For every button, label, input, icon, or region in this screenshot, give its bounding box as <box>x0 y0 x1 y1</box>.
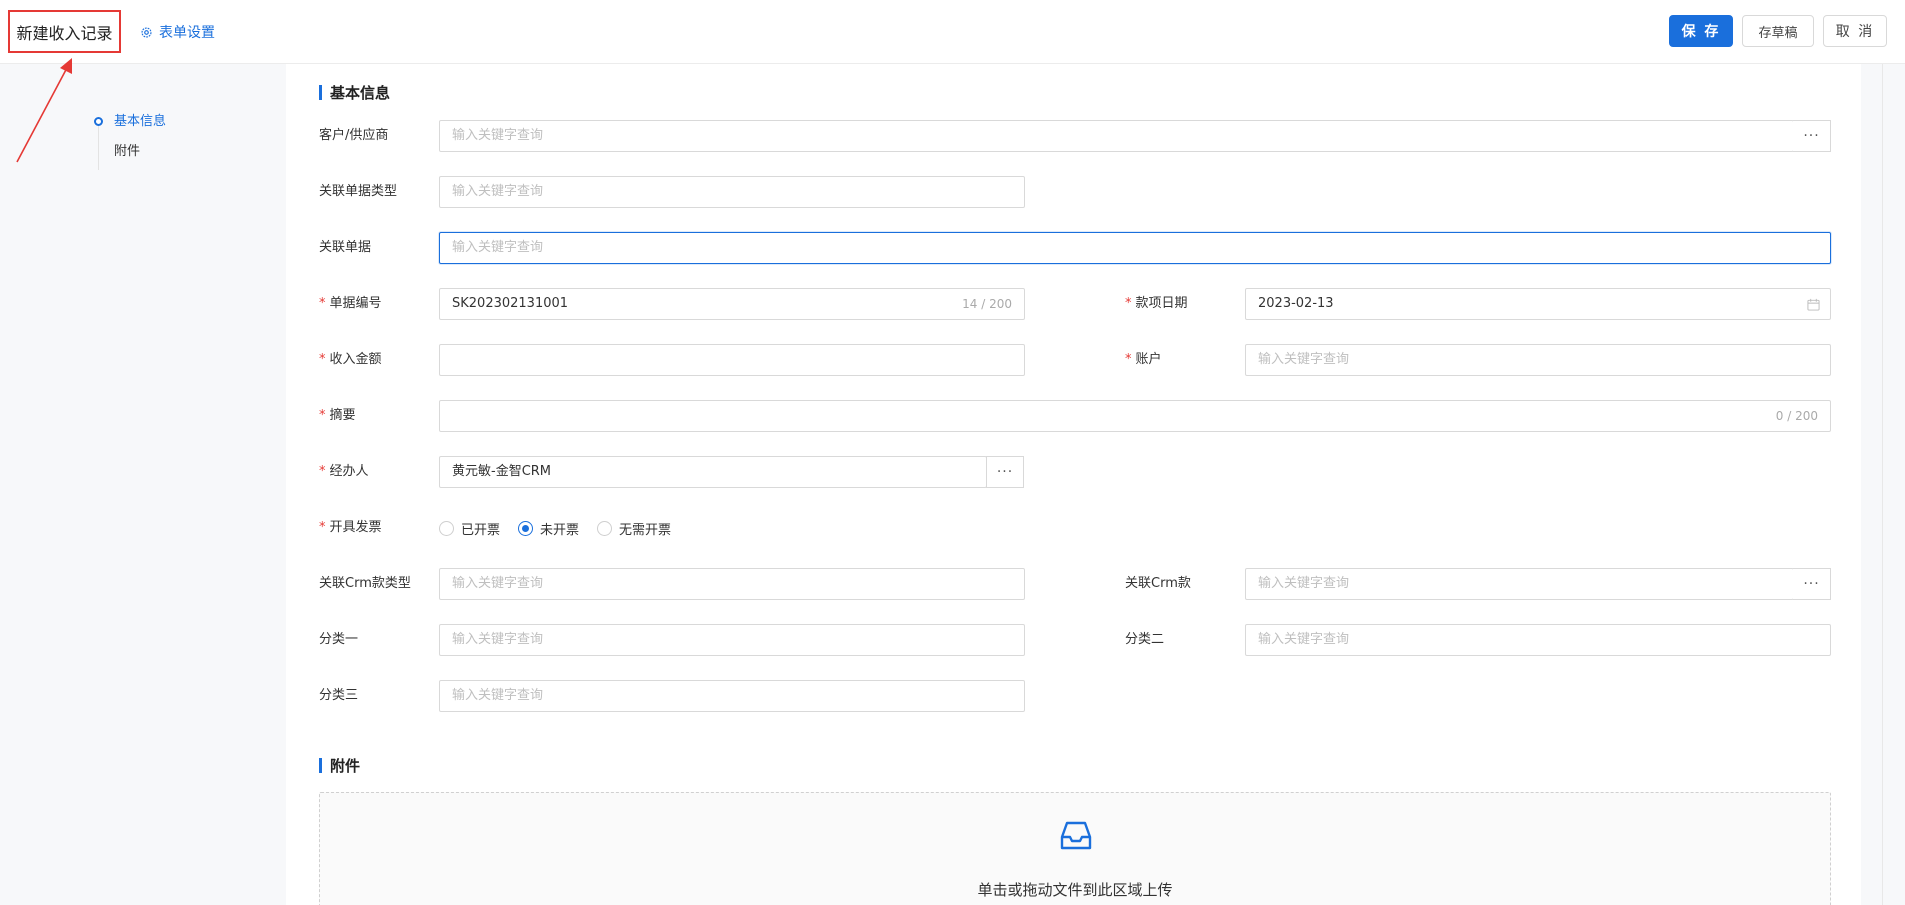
handler-label: * 经办人 <box>319 464 369 479</box>
related-doc-input[interactable]: 输入关键字查询 <box>439 232 1831 264</box>
row-summary: * 摘要 0 / 200 <box>0 400 1905 432</box>
related-crm-type-label: 关联Crm款类型 <box>319 576 411 591</box>
invoice-radio-issued[interactable]: 已开票 <box>439 519 500 538</box>
row-category3: 分类三 输入关键字查询 <box>0 680 1905 712</box>
file-upload-dropzone[interactable]: 单击或拖动文件到此区域上传 <box>319 792 1831 905</box>
customer-supplier-more-button[interactable]: ··· <box>1793 120 1831 152</box>
row-related-doc: 关联单据 输入关键字查询 <box>0 232 1905 264</box>
page-title: 新建收入记录 <box>8 10 121 53</box>
income-amount-label: * 收入金额 <box>319 352 382 367</box>
invoice-radio-not-issued[interactable]: 未开票 <box>518 519 579 538</box>
row-categories: 分类一 输入关键字查询 分类二 输入关键字查询 <box>0 624 1905 656</box>
section-bar <box>319 85 322 100</box>
radio-circle <box>439 520 454 536</box>
category2-label: 分类二 <box>1125 632 1165 647</box>
save-draft-button[interactable]: 存草稿 <box>1742 15 1814 47</box>
row-related-crm: 关联Crm款类型 输入关键字查询 关联Crm款 输入关键字查询 ··· <box>0 568 1905 600</box>
save-button[interactable]: 保 存 <box>1669 15 1733 47</box>
calendar-icon <box>1807 298 1820 311</box>
related-crm-input[interactable]: 输入关键字查询 <box>1245 568 1794 600</box>
section-bar <box>319 758 322 773</box>
form-settings-link[interactable]: 表单设置 <box>140 22 215 42</box>
gear-icon <box>141 26 152 38</box>
related-crm-label: 关联Crm款 <box>1125 576 1191 591</box>
payment-date-input[interactable]: 2023-02-13 <box>1245 288 1831 320</box>
row-invoice: * 开具发票 已开票 未开票 无需开票 <box>0 512 1905 544</box>
doc-number-counter: 14 / 200 <box>962 297 1012 311</box>
account-label: * 账户 <box>1125 352 1162 367</box>
invoice-label: * 开具发票 <box>319 520 382 535</box>
doc-number-label: * 单据编号 <box>319 296 382 311</box>
section-title-basic-info: 基本信息 <box>319 82 390 103</box>
inbox-icon <box>1060 821 1092 850</box>
category3-input[interactable]: 输入关键字查询 <box>439 680 1025 712</box>
invoice-radio-not-required[interactable]: 无需开票 <box>597 519 671 538</box>
related-crm-more-button[interactable]: ··· <box>1793 568 1831 600</box>
radio-circle <box>597 520 613 536</box>
doc-number-input[interactable]: SK202302131001 14 / 200 <box>439 288 1025 320</box>
related-doc-label: 关联单据 <box>319 240 372 255</box>
category2-input[interactable]: 输入关键字查询 <box>1245 624 1831 656</box>
invoice-radio-group: 已开票 未开票 无需开票 <box>439 512 671 544</box>
upload-hint: 单击或拖动文件到此区域上传 <box>977 881 1173 899</box>
row-doc-number-date: * 单据编号 SK202302131001 14 / 200 * 款项日期 2023… <box>0 288 1905 320</box>
account-input[interactable]: 输入关键字查询 <box>1245 344 1831 376</box>
category1-label: 分类一 <box>319 632 359 647</box>
row-handler: * 经办人 黄元敏-金智CRM ··· <box>0 456 1905 488</box>
income-amount-input[interactable] <box>439 344 1025 376</box>
summary-input[interactable]: 0 / 200 <box>439 400 1831 432</box>
customer-supplier-input[interactable]: 输入关键字查询 <box>439 120 1794 152</box>
payment-date-label: * 款项日期 <box>1125 296 1188 311</box>
category1-input[interactable]: 输入关键字查询 <box>439 624 1025 656</box>
related-doc-type-label: 关联单据类型 <box>319 184 398 199</box>
related-crm-type-input[interactable]: 输入关键字查询 <box>439 568 1025 600</box>
cancel-button[interactable]: 取 消 <box>1823 15 1887 47</box>
related-doc-type-input[interactable]: 输入关键字查询 <box>439 176 1025 208</box>
handler-more-button[interactable]: ··· <box>986 456 1024 488</box>
section-title-attachments: 附件 <box>319 755 360 776</box>
row-customer-supplier: 客户/供应商 输入关键字查询 ··· <box>0 120 1905 152</box>
customer-supplier-label: 客户/供应商 <box>319 128 389 143</box>
form-settings-label: 表单设置 <box>159 25 215 41</box>
row-amount-account: * 收入金额 * 账户 输入关键字查询 <box>0 344 1905 376</box>
radio-circle-checked <box>518 520 534 536</box>
row-related-doc-type: 关联单据类型 输入关键字查询 <box>0 176 1905 208</box>
summary-label: * 摘要 <box>319 408 356 423</box>
page-header: 新建收入记录 表单设置 保 存 存草稿 取 消 <box>0 0 1905 64</box>
handler-input[interactable]: 黄元敏-金智CRM <box>439 456 987 488</box>
category3-label: 分类三 <box>319 688 359 703</box>
summary-counter: 0 / 200 <box>1775 409 1818 423</box>
